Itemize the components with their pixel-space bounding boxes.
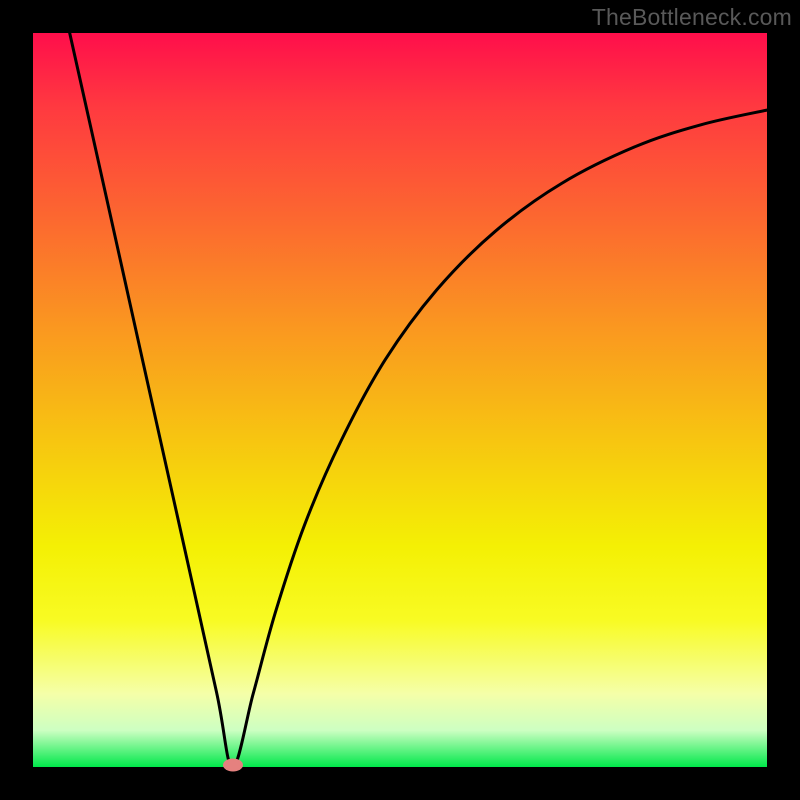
bottleneck-curve (70, 33, 767, 767)
minimum-marker (223, 758, 243, 771)
curve-svg (33, 33, 767, 767)
chart-frame: TheBottleneck.com (0, 0, 800, 800)
watermark-text: TheBottleneck.com (592, 4, 792, 31)
plot-area (33, 33, 767, 767)
